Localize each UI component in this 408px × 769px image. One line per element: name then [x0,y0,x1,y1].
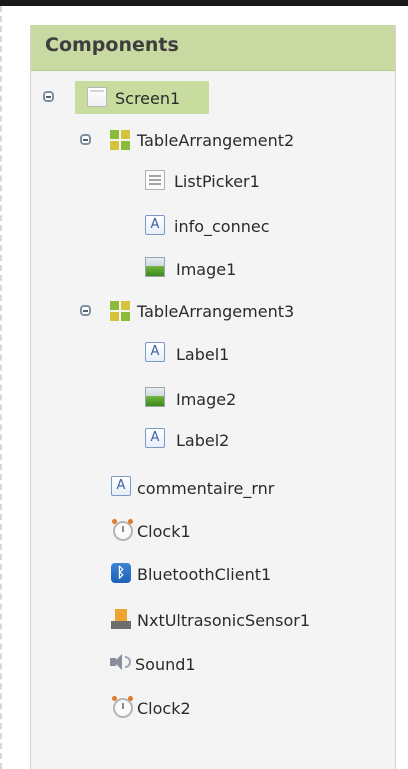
tree-node-label: BluetoothClient1 [137,565,272,584]
label-icon: A [145,215,165,235]
tree-node-tablearrangement3[interactable]: TableArrangement3 [31,301,361,331]
label-icon: A [111,476,131,496]
tree-node-label: Image2 [176,390,237,409]
tree-node-label: Clock1 [137,522,191,541]
components-panel: Components Screen1 TableArrangement2 Lis… [30,25,396,769]
list-picker-icon [145,170,165,190]
tree-node-image2[interactable]: Image2 [31,387,331,417]
screen-icon [87,87,107,107]
tree-node-sound1[interactable]: Sound1 [31,652,331,682]
ultrasonic-sensor-icon [111,609,131,629]
tree-node-listpicker1[interactable]: ListPicker1 [31,170,331,200]
tree-node-nxtultrasonicsensor1[interactable]: NxtUltrasonicSensor1 [31,609,381,639]
left-dashed-divider [0,6,20,769]
tree-node-label: TableArrangement3 [137,302,295,321]
tree-node-tablearrangement2[interactable]: TableArrangement2 [31,130,361,160]
tree-node-clock1[interactable]: Clock1 [31,519,331,549]
table-arrangement-icon [110,130,130,150]
collapse-toggle-icon[interactable] [80,305,91,316]
label-icon: A [145,342,165,362]
tree-node-label: Label2 [176,431,230,450]
tree-node-label: NxtUltrasonicSensor1 [137,611,311,630]
tree-node-label: info_connec [174,217,270,236]
clock-icon [112,696,133,718]
sound-icon [109,652,131,672]
tree-node-label: Clock2 [137,699,191,718]
tree-node-label2[interactable]: A Label2 [31,428,331,458]
top-border [0,0,408,6]
tree-node-screen1[interactable]: Screen1 [31,87,231,117]
tree-node-label: Label1 [176,345,230,364]
bluetooth-icon: ᛒ [111,563,131,583]
clock-icon [112,519,133,541]
tree-node-label1[interactable]: A Label1 [31,342,331,372]
label-icon: A [145,428,165,448]
tree-node-label: TableArrangement2 [137,131,295,150]
tree-node-label: commentaire_rnr [137,479,275,498]
tree-node-label: Screen1 [115,89,181,108]
tree-node-label: Image1 [176,260,237,279]
components-panel-frame: Components Screen1 TableArrangement2 Lis… [0,0,408,769]
image-icon [145,387,165,407]
table-arrangement-icon [110,301,130,321]
tree-node-info-connec[interactable]: A info_connec [31,215,331,245]
sound-wave-icon [125,656,131,668]
tree-node-clock2[interactable]: Clock2 [31,696,331,726]
tree-node-bluetoothclient1[interactable]: ᛒ BluetoothClient1 [31,563,361,593]
collapse-toggle-icon[interactable] [43,91,54,102]
image-icon [145,257,165,277]
collapse-toggle-icon[interactable] [80,134,91,145]
tree-node-label: ListPicker1 [174,172,260,191]
tree-node-image1[interactable]: Image1 [31,257,331,287]
tree-node-label: Sound1 [135,655,196,674]
tree-node-commentaire-rnr[interactable]: A commentaire_rnr [31,476,361,506]
panel-title: Components [45,34,179,56]
panel-header: Components [31,25,395,71]
